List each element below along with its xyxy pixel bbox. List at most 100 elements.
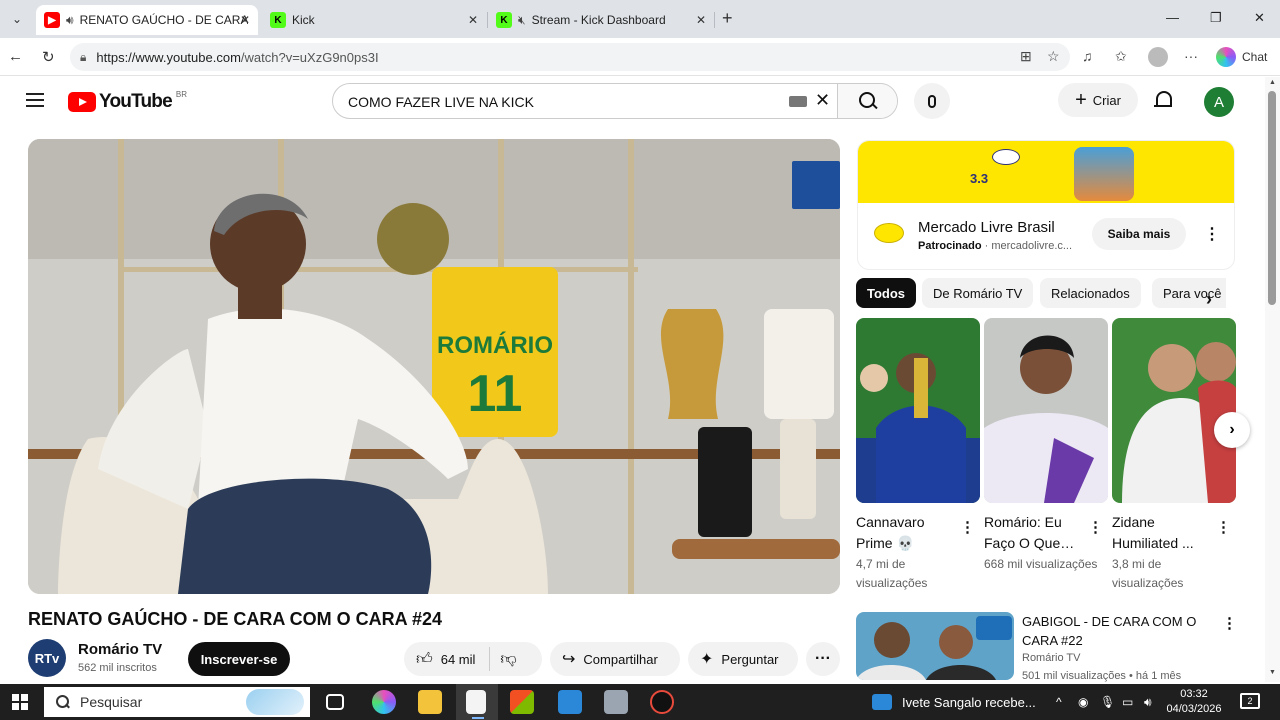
close-tab-icon[interactable]: ✕: [696, 13, 706, 27]
media-control-icon[interactable]: ♫: [1082, 48, 1093, 64]
task-view-icon[interactable]: [326, 694, 344, 710]
system-clock[interactable]: 03:32 04/03/2026: [1164, 687, 1224, 717]
short-thumbnail[interactable]: [984, 318, 1108, 503]
chip-para-voce[interactable]: Para você: [1152, 278, 1226, 308]
tab-kick-dashboard[interactable]: K 🔇︎ Stream - Kick Dashboard ✕: [488, 5, 714, 35]
short-thumbnail[interactable]: [856, 318, 980, 503]
keyboard-icon[interactable]: [789, 96, 807, 107]
more-options-icon[interactable]: ···: [1184, 48, 1198, 64]
tab-actions-menu[interactable]: ⌄: [6, 8, 28, 30]
tray-chevron-icon[interactable]: ^: [1056, 695, 1062, 709]
microphone-icon: [928, 94, 936, 108]
close-tab-icon[interactable]: ✕: [240, 13, 250, 27]
channel-name[interactable]: Romário TV: [78, 641, 162, 658]
ad-banner-text: 3.3: [970, 171, 989, 186]
taskbar-search-box[interactable]: Pesquisar: [44, 687, 310, 717]
menu-icon[interactable]: [26, 93, 44, 107]
news-headline: Ivete Sangalo recebe...: [902, 694, 1036, 710]
channel-subscribers: 562 mil inscritos: [78, 662, 157, 674]
recommended-video[interactable]: GABIGOL - DE CARA COM O CARA #22 Romário…: [856, 612, 1237, 682]
create-button[interactable]: + Criar: [1058, 83, 1138, 117]
restore-icon[interactable]: ❐: [1210, 10, 1222, 26]
ask-button[interactable]: ✦ Perguntar: [688, 642, 798, 676]
scrollbar-thumb[interactable]: [1268, 91, 1276, 305]
site-info-icon[interactable]: 🔒︎: [80, 50, 86, 65]
share-icon: ↪: [562, 651, 576, 668]
minimize-icon[interactable]: —: [1166, 10, 1179, 25]
recorder-icon[interactable]: [650, 690, 674, 714]
ad-banner-image[interactable]: 3.3: [858, 141, 1234, 203]
tab-divider: [714, 12, 715, 28]
muted-icon[interactable]: 🔇︎: [518, 13, 526, 28]
more-actions-icon[interactable]: ···: [806, 642, 840, 676]
file-explorer-icon[interactable]: [418, 690, 442, 714]
short-card[interactable]: Cannavaro Prime 💀 4,7 mi de visualizaçõe…: [856, 318, 980, 593]
notifications-bell-icon[interactable]: [1154, 89, 1174, 111]
shorts-next-chevron-icon[interactable]: ›: [1214, 412, 1250, 448]
notification-center-icon[interactable]: 2: [1240, 693, 1260, 709]
ad-learn-more-button[interactable]: Saiba mais: [1092, 218, 1186, 250]
tray-app-icon[interactable]: ◉: [1078, 695, 1088, 709]
search-input[interactable]: COMO FAZER LIVE NA KICK: [348, 94, 534, 110]
address-bar[interactable]: 🔒︎ https://www.youtube.com/watch?v=uXzG9…: [70, 43, 1070, 71]
scroll-up-arrow-icon[interactable]: ▲: [1269, 79, 1276, 86]
microphone-tray-icon[interactable]: 🎙︎: [1100, 695, 1115, 709]
close-tab-icon[interactable]: ✕: [468, 13, 478, 27]
new-tab-icon[interactable]: +: [722, 8, 733, 29]
store-icon[interactable]: [510, 690, 534, 714]
clear-search-icon[interactable]: ✕: [815, 90, 830, 111]
refresh-icon[interactable]: ↻: [42, 48, 55, 66]
recommended-channel[interactable]: Romário TV: [1022, 652, 1080, 664]
short-more-icon[interactable]: ⋮: [1088, 518, 1103, 536]
app-available-icon[interactable]: ⊞: [1020, 48, 1032, 65]
tab-kick[interactable]: K Kick ✕: [262, 5, 486, 35]
youtube-logo[interactable]: YouTube BR: [68, 90, 187, 113]
news-widget[interactable]: Ivete Sangalo recebe...: [872, 694, 1036, 710]
like-count[interactable]: 64 mil: [441, 652, 476, 667]
account-avatar[interactable]: A: [1204, 87, 1234, 117]
notepad-icon[interactable]: [466, 690, 486, 719]
short-more-icon[interactable]: ⋮: [960, 518, 975, 536]
recommended-thumbnail[interactable]: [856, 612, 1014, 680]
thumbs-down-icon[interactable]: 👎︎: [500, 650, 516, 669]
recommended-more-icon[interactable]: ⋮: [1222, 614, 1237, 632]
sponsored-ad-card[interactable]: 3.3 Mercado Livre Brasil Patrocinado · m…: [857, 140, 1235, 270]
back-icon[interactable]: ←: [8, 48, 23, 65]
thumbs-up-icon[interactable]: 👍︎: [416, 650, 433, 669]
app-icon[interactable]: [604, 690, 628, 714]
scroll-down-arrow-icon[interactable]: ▼: [1269, 669, 1276, 676]
windows-start-icon[interactable]: [12, 694, 28, 710]
tab-youtube[interactable]: ▶ 🔊︎ RENATO GAÚCHO - DE CARA ✕: [36, 5, 258, 35]
search-button[interactable]: [837, 84, 897, 118]
network-icon[interactable]: ▭: [1122, 695, 1133, 709]
short-thumbnail-image: [856, 318, 980, 503]
chevron-right-icon[interactable]: ›: [1206, 289, 1212, 310]
clock-date: 04/03/2026: [1166, 703, 1222, 715]
chip-de-romario-tv[interactable]: De Romário TV: [922, 278, 1034, 308]
volume-icon[interactable]: 🔊︎: [1144, 695, 1152, 710]
edge-icon[interactable]: [558, 690, 582, 714]
short-card[interactable]: Zidane Humiliated ... 3,8 mi de visualiz…: [1112, 318, 1236, 593]
share-button[interactable]: ↪ Compartilhar: [550, 642, 680, 676]
copilot-taskbar-icon[interactable]: [372, 690, 396, 714]
ad-more-icon[interactable]: ⋮: [1204, 224, 1220, 244]
chip-relacionados[interactable]: Relacionados: [1040, 278, 1141, 308]
like-divider: [489, 647, 491, 671]
copilot-chat-button[interactable]: Chat: [1216, 47, 1267, 67]
favorites-icon[interactable]: ✩: [1115, 48, 1127, 65]
channel-avatar[interactable]: RTv: [28, 639, 66, 677]
browser-profile-avatar[interactable]: [1148, 47, 1168, 67]
short-card[interactable]: Romário: Eu Faço O Que… 668 mil visualiz…: [984, 318, 1108, 574]
subscribe-button[interactable]: Inscrever-se: [188, 642, 290, 676]
favorite-star-icon[interactable]: ☆: [1047, 48, 1060, 65]
chip-todos[interactable]: Todos: [856, 278, 917, 308]
share-label: Compartilhar: [583, 651, 658, 667]
video-player[interactable]: ROMÁRIO 11: [28, 139, 840, 594]
page-scrollbar[interactable]: ▲ ▼: [1265, 77, 1280, 682]
close-window-icon[interactable]: ✕: [1254, 10, 1265, 26]
speaker-icon[interactable]: 🔊︎: [66, 13, 74, 28]
voice-search-button[interactable]: [914, 83, 950, 119]
short-more-icon[interactable]: ⋮: [1216, 518, 1231, 536]
short-thumbnail[interactable]: [1112, 318, 1236, 503]
news-icon: [872, 694, 892, 710]
